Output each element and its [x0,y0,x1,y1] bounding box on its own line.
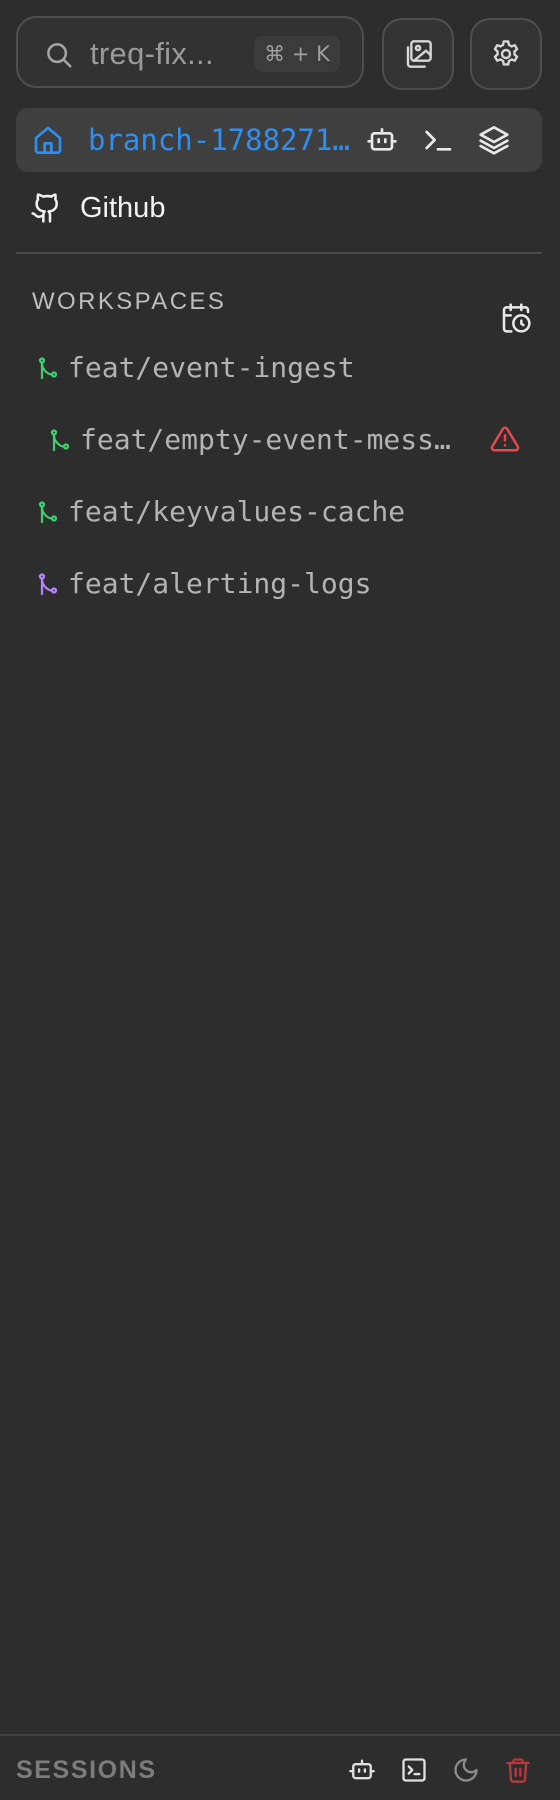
search-icon [44,40,74,70]
git-branch-icon [36,356,60,380]
terminal-square-icon[interactable] [400,1756,428,1784]
layers-icon[interactable] [478,124,510,156]
shortcut-badge: ⌘ + K [254,36,340,72]
divider [16,252,542,254]
home-icon[interactable] [32,124,64,156]
workspace-label: feat/alerting-logs [68,567,372,600]
search-value: treq-fix... [90,36,214,71]
moon-icon[interactable] [452,1756,480,1784]
image-gallery-button[interactable] [382,18,454,90]
workspace-label: feat/keyvalues-cache [68,495,406,528]
git-branch-icon [36,572,60,596]
github-icon [30,192,62,224]
workspace-item[interactable]: feat/empty-event-mess… [48,420,468,460]
workspace-item[interactable]: feat/keyvalues-cache [36,492,476,532]
git-branch-icon [36,500,60,524]
workspace-label: feat/event-ingest [68,351,355,384]
current-branch-bar[interactable]: branch-1788271… [16,108,542,172]
trash-icon[interactable] [504,1756,532,1784]
github-label: Github [80,192,166,224]
warning-icon [490,424,520,454]
workspace-label: feat/empty-event-mess… [80,423,451,456]
bot-icon[interactable] [348,1756,376,1784]
branch-name[interactable]: branch-1788271… [88,122,358,158]
git-branch-icon [48,428,72,452]
workspaces-header: WORKSPACES [32,288,227,315]
terminal-icon[interactable] [422,124,454,156]
footer-divider [0,1734,560,1736]
settings-button[interactable] [470,18,542,90]
gear-icon [490,38,522,70]
sessions-header: SESSIONS [16,1756,157,1784]
image-gallery-icon [402,38,434,70]
bot-icon[interactable] [366,124,398,156]
search-input[interactable]: treq-fix... ⌘ + K [16,16,364,88]
workspace-item[interactable]: feat/event-ingest [36,348,476,388]
calendar-clock-icon[interactable] [500,302,532,334]
workspace-item[interactable]: feat/alerting-logs [36,564,476,604]
